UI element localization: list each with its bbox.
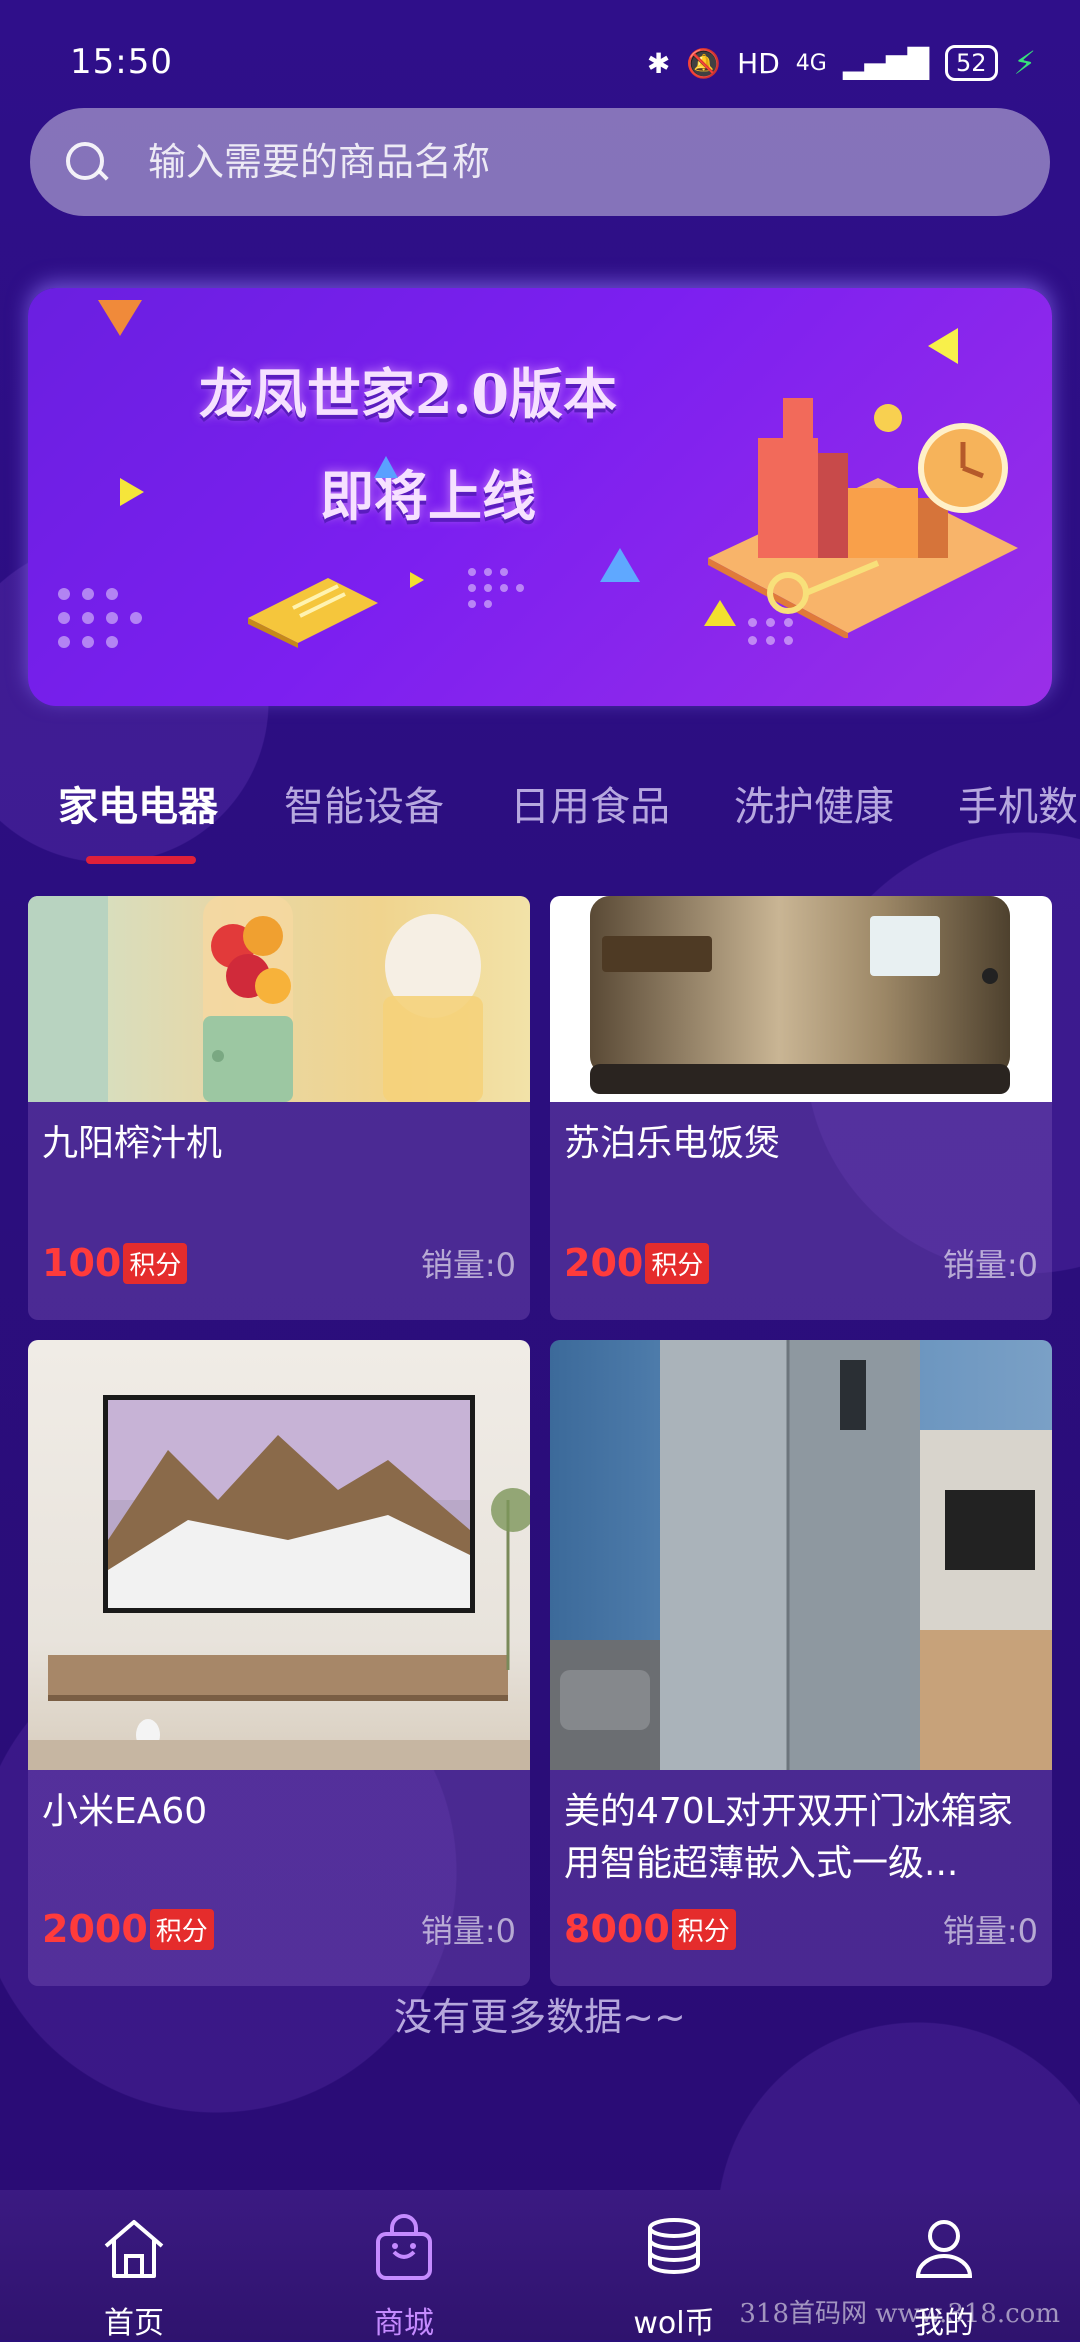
status-icons: ✱ 🔕 HD 4G ▂▄▆█ 52 ⚡ <box>647 44 1036 82</box>
tab-daily-food[interactable]: 日用食品 <box>510 774 670 832</box>
product-card[interactable]: 美的470L对开双开门冰箱家用智能超薄嵌入式一级... 8000 积分 销量:0 <box>550 1340 1052 1986</box>
tab-care-health[interactable]: 洗护健康 <box>734 774 894 832</box>
points-badge: 积分 <box>671 1908 736 1950</box>
no-more-data-text: 没有更多数据~~ <box>394 1995 686 2039</box>
triangle-decoration <box>120 478 144 506</box>
tab-phones[interactable]: 手机数 <box>958 774 1078 832</box>
product-image <box>28 896 530 1102</box>
category-tabs: 家电电器 智能设备 日用食品 洗护健康 手机数 <box>0 760 1080 880</box>
shopping-bag-icon <box>376 2214 432 2280</box>
triangle-decoration <box>98 300 142 336</box>
triangle-decoration <box>374 456 398 478</box>
dot-decoration <box>58 588 168 668</box>
status-time: 15:50 <box>70 42 173 82</box>
product-name: 小米EA60 <box>42 1791 208 1832</box>
banner-title: 龙凤世家2.0版本 <box>199 362 617 426</box>
charging-icon: ⚡ <box>1013 44 1036 82</box>
product-sales: 销量:0 <box>420 1912 516 1950</box>
triangle-decoration <box>600 548 640 582</box>
battery-indicator: 52 <box>944 45 998 81</box>
building-illustration <box>708 398 1018 638</box>
promo-banner[interactable]: 龙凤世家2.0版本 即将上线 <box>28 288 1052 706</box>
status-bar: 15:50 ✱ 🔕 HD 4G ▂▄▆█ 52 ⚡ <box>0 0 1080 100</box>
product-price: 2000 <box>42 1907 148 1951</box>
signal-icon: ▂▄▆█ <box>842 46 929 80</box>
bottom-navigation: 首页 商城 wol币 我的 318首码网 www.318.com <box>0 2190 1080 2341</box>
search-icon <box>66 142 106 182</box>
price-row: 8000 积分 销量:0 <box>564 1906 1038 1952</box>
product-sales: 销量:0 <box>942 1912 1038 1950</box>
product-card[interactable]: 苏泊乐电饭煲 200 积分 销量:0 <box>550 896 1052 1320</box>
points-badge: 积分 <box>123 1242 188 1284</box>
nav-label: 首页 <box>104 2306 164 2341</box>
tab-smart-devices[interactable]: 智能设备 <box>284 774 444 832</box>
product-image <box>550 896 1052 1102</box>
product-name: 美的470L对开双开门冰箱家用智能超薄嵌入式一级... <box>564 1791 1013 1884</box>
coins-icon <box>648 2218 700 2274</box>
product-name: 九阳榨汁机 <box>42 1123 223 1164</box>
tab-appliances[interactable]: 家电电器 <box>58 774 218 832</box>
product-price: 200 <box>564 1241 644 1285</box>
hd-label: HD <box>737 46 780 80</box>
product-card[interactable]: 九阳榨汁机 100 积分 销量:0 <box>28 896 530 1320</box>
mute-icon: 🔕 <box>686 46 722 80</box>
points-badge: 积分 <box>645 1242 710 1284</box>
home-icon <box>104 2220 164 2278</box>
price-row: 2000 积分 销量:0 <box>42 1906 516 1952</box>
product-card[interactable]: 小米EA60 2000 积分 销量:0 <box>28 1340 530 1986</box>
dot-decoration <box>468 568 548 628</box>
active-tab-indicator <box>86 856 196 864</box>
user-icon <box>915 2220 973 2278</box>
notebook-illustration <box>248 578 378 648</box>
search-input[interactable] <box>146 139 1010 185</box>
watermark: 318首码网 www.318.com <box>739 2299 1060 2329</box>
nav-mall[interactable]: 商城 <box>304 2190 504 2341</box>
nav-home[interactable]: 首页 <box>34 2190 234 2341</box>
network-label: 4G <box>795 50 827 76</box>
price-row: 100 积分 销量:0 <box>42 1240 516 1286</box>
product-price: 8000 <box>564 1907 670 1951</box>
product-sales: 销量:0 <box>420 1246 516 1284</box>
nav-label: 商城 <box>374 2306 434 2341</box>
search-bar[interactable] <box>30 108 1050 216</box>
product-price: 100 <box>42 1241 122 1285</box>
price-row: 200 积分 销量:0 <box>564 1240 1038 1286</box>
bluetooth-icon: ✱ <box>646 46 671 80</box>
product-sales: 销量:0 <box>942 1246 1038 1284</box>
product-image <box>550 1340 1052 1770</box>
product-image <box>28 1340 530 1770</box>
product-name: 苏泊乐电饭煲 <box>564 1123 781 1164</box>
triangle-decoration <box>410 572 424 588</box>
points-badge: 积分 <box>149 1908 214 1950</box>
